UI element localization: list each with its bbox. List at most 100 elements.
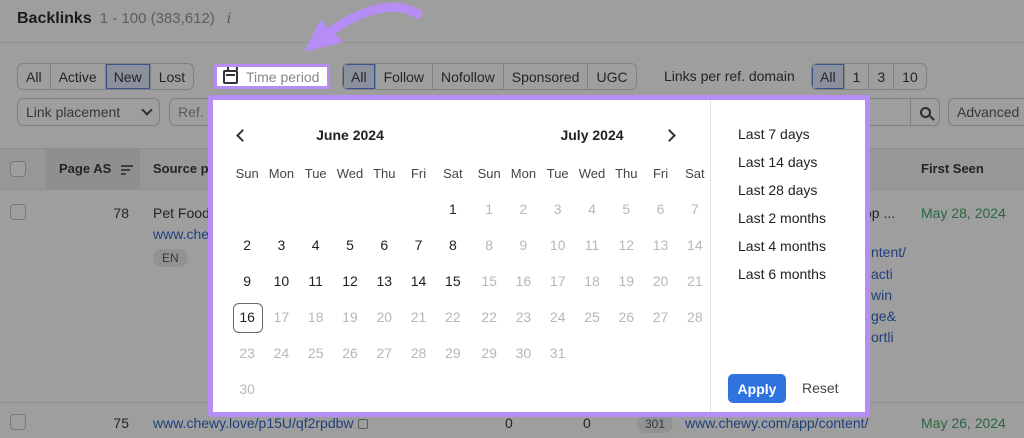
day-cell[interactable]: 8 xyxy=(436,227,470,263)
day-cell[interactable]: 11 xyxy=(299,263,333,299)
day-cell: 17 xyxy=(549,273,566,289)
chevron-down-icon xyxy=(141,104,153,116)
day-cell-today[interactable]: 16 xyxy=(230,299,264,335)
day-cell: 18 xyxy=(584,273,600,289)
column-first-seen[interactable]: First Seen xyxy=(921,161,984,176)
empty-day-cell xyxy=(401,191,435,227)
link-placement-dropdown[interactable]: Link placement xyxy=(17,98,160,126)
day-cell: 12 xyxy=(618,237,635,253)
preset-option[interactable]: Last 28 days xyxy=(738,176,826,204)
target-url[interactable]: www.chewy.com/app/content/ xyxy=(685,415,868,431)
time-period-button[interactable]: Time period xyxy=(214,64,330,89)
source-url[interactable]: www.che xyxy=(153,226,209,242)
links-per-domain-10[interactable]: 10 xyxy=(894,64,926,89)
target-line[interactable]: win xyxy=(871,287,892,303)
day-cell: 31 xyxy=(549,345,566,361)
target-line[interactable]: ortli xyxy=(871,329,894,345)
redirect-badge: 301 xyxy=(637,415,674,433)
link-type-filter-sponsored[interactable]: Sponsored xyxy=(504,64,589,89)
day-cell[interactable]: 15 xyxy=(436,263,470,299)
links-per-domain-group: All 1 3 10 xyxy=(811,63,927,90)
day-cell: 21 xyxy=(410,309,427,325)
weekday-label: Thu xyxy=(615,166,638,181)
row-checkbox[interactable] xyxy=(10,414,26,430)
link-count: 0 xyxy=(505,415,513,431)
day-cell[interactable]: 13 xyxy=(367,263,401,299)
weekday-label: Sat xyxy=(685,166,705,181)
links-per-domain-1[interactable]: 1 xyxy=(845,64,870,89)
day-cell[interactable]: 12 xyxy=(333,263,367,299)
links-per-domain-all[interactable]: All xyxy=(812,64,845,89)
day-cell[interactable]: 7 xyxy=(401,227,435,263)
status-filter-all[interactable]: All xyxy=(18,64,51,89)
preset-option[interactable]: Last 14 days xyxy=(738,148,826,176)
day-grid: 1 2 3 4 5 6 7 8 9 10 11 12 13 14 15 16 17 18 19 20 21 22 23 24 2… xyxy=(230,191,470,407)
day-cell[interactable]: 6 xyxy=(367,227,401,263)
day-cell: 29 xyxy=(481,345,497,361)
day-cell: 30 xyxy=(239,381,255,397)
status-filter-new[interactable]: New xyxy=(105,64,151,89)
target-line[interactable]: ge& xyxy=(871,308,896,324)
weekday-label: Mon xyxy=(268,166,295,181)
link-type-filter-nofollow[interactable]: Nofollow xyxy=(433,64,504,89)
column-page-as[interactable]: Page AS xyxy=(59,161,133,176)
preset-option[interactable]: Last 2 months xyxy=(738,204,826,232)
link-type-filter-ugc[interactable]: UGC xyxy=(588,64,635,89)
weekday-label: Sun xyxy=(477,166,501,181)
empty-day-cell xyxy=(367,191,401,227)
target-line[interactable]: acti xyxy=(871,266,893,282)
day-cell[interactable]: 14 xyxy=(401,263,435,299)
preset-option[interactable]: Last 6 months xyxy=(738,260,826,288)
weekday-label: Thu xyxy=(373,166,396,181)
chevron-left-icon[interactable] xyxy=(233,127,249,143)
day-cell: 24 xyxy=(549,309,566,325)
day-cell: 28 xyxy=(410,345,427,361)
preset-option[interactable]: Last 7 days xyxy=(738,120,826,148)
advanced-filters-button[interactable]: Advanced xyxy=(948,98,1024,126)
day-cell: 22 xyxy=(481,309,497,325)
weekday-label: Wed xyxy=(578,166,606,181)
annotation-arrow-icon xyxy=(304,2,423,52)
info-icon[interactable]: i xyxy=(227,11,231,27)
preset-option[interactable]: Last 4 months xyxy=(738,232,826,260)
weekday-label: Tue xyxy=(304,166,327,181)
status-filter-lost[interactable]: Lost xyxy=(151,64,193,89)
chevron-right-icon[interactable] xyxy=(663,127,679,143)
day-cell: 23 xyxy=(515,309,532,325)
column-source-page[interactable]: Source pa xyxy=(153,161,216,176)
search-button[interactable] xyxy=(910,98,940,126)
link-type-filter-all[interactable]: All xyxy=(343,64,376,89)
external-link-icon xyxy=(357,419,368,430)
status-filter-active[interactable]: Active xyxy=(51,64,106,89)
page-header: Backlinks 1 - 100 (383,612) i xyxy=(17,10,231,28)
day-cell[interactable]: 10 xyxy=(264,263,298,299)
column-page-as-label: Page AS xyxy=(59,161,112,176)
source-url[interactable]: www.chewy.love/p15U/qf2rpdbw xyxy=(153,415,368,431)
search-icon xyxy=(920,106,931,118)
weekday-label: Tue xyxy=(546,166,569,181)
link-type-filter-group: All Follow Nofollow Sponsored UGC xyxy=(342,63,637,90)
day-cell[interactable]: 2 xyxy=(230,227,264,263)
link-count: 0 xyxy=(583,415,591,431)
links-per-domain-3[interactable]: 3 xyxy=(869,64,895,89)
day-cell: 1 xyxy=(485,201,494,217)
calendar-icon xyxy=(223,66,238,84)
empty-day-cell xyxy=(230,191,264,227)
day-cell[interactable]: 3 xyxy=(264,227,298,263)
source-title[interactable]: Pet Food xyxy=(153,205,210,221)
day-cell: 25 xyxy=(307,345,324,361)
reset-button[interactable]: Reset xyxy=(802,380,839,396)
weekday-label: Fri xyxy=(652,166,669,181)
select-all-checkbox[interactable] xyxy=(10,161,26,177)
day-cell[interactable]: 4 xyxy=(299,227,333,263)
day-cell: 16 xyxy=(515,273,532,289)
day-cell[interactable]: 1 xyxy=(436,191,470,227)
day-cell[interactable]: 9 xyxy=(230,263,264,299)
link-type-filter-follow[interactable]: Follow xyxy=(376,64,434,89)
apply-button[interactable]: Apply xyxy=(728,374,786,403)
day-cell: 5 xyxy=(622,201,631,217)
day-cell[interactable]: 5 xyxy=(333,227,367,263)
day-cell: 22 xyxy=(445,309,461,325)
row-checkbox[interactable] xyxy=(10,204,26,220)
target-line[interactable]: ntent/ xyxy=(871,244,906,260)
